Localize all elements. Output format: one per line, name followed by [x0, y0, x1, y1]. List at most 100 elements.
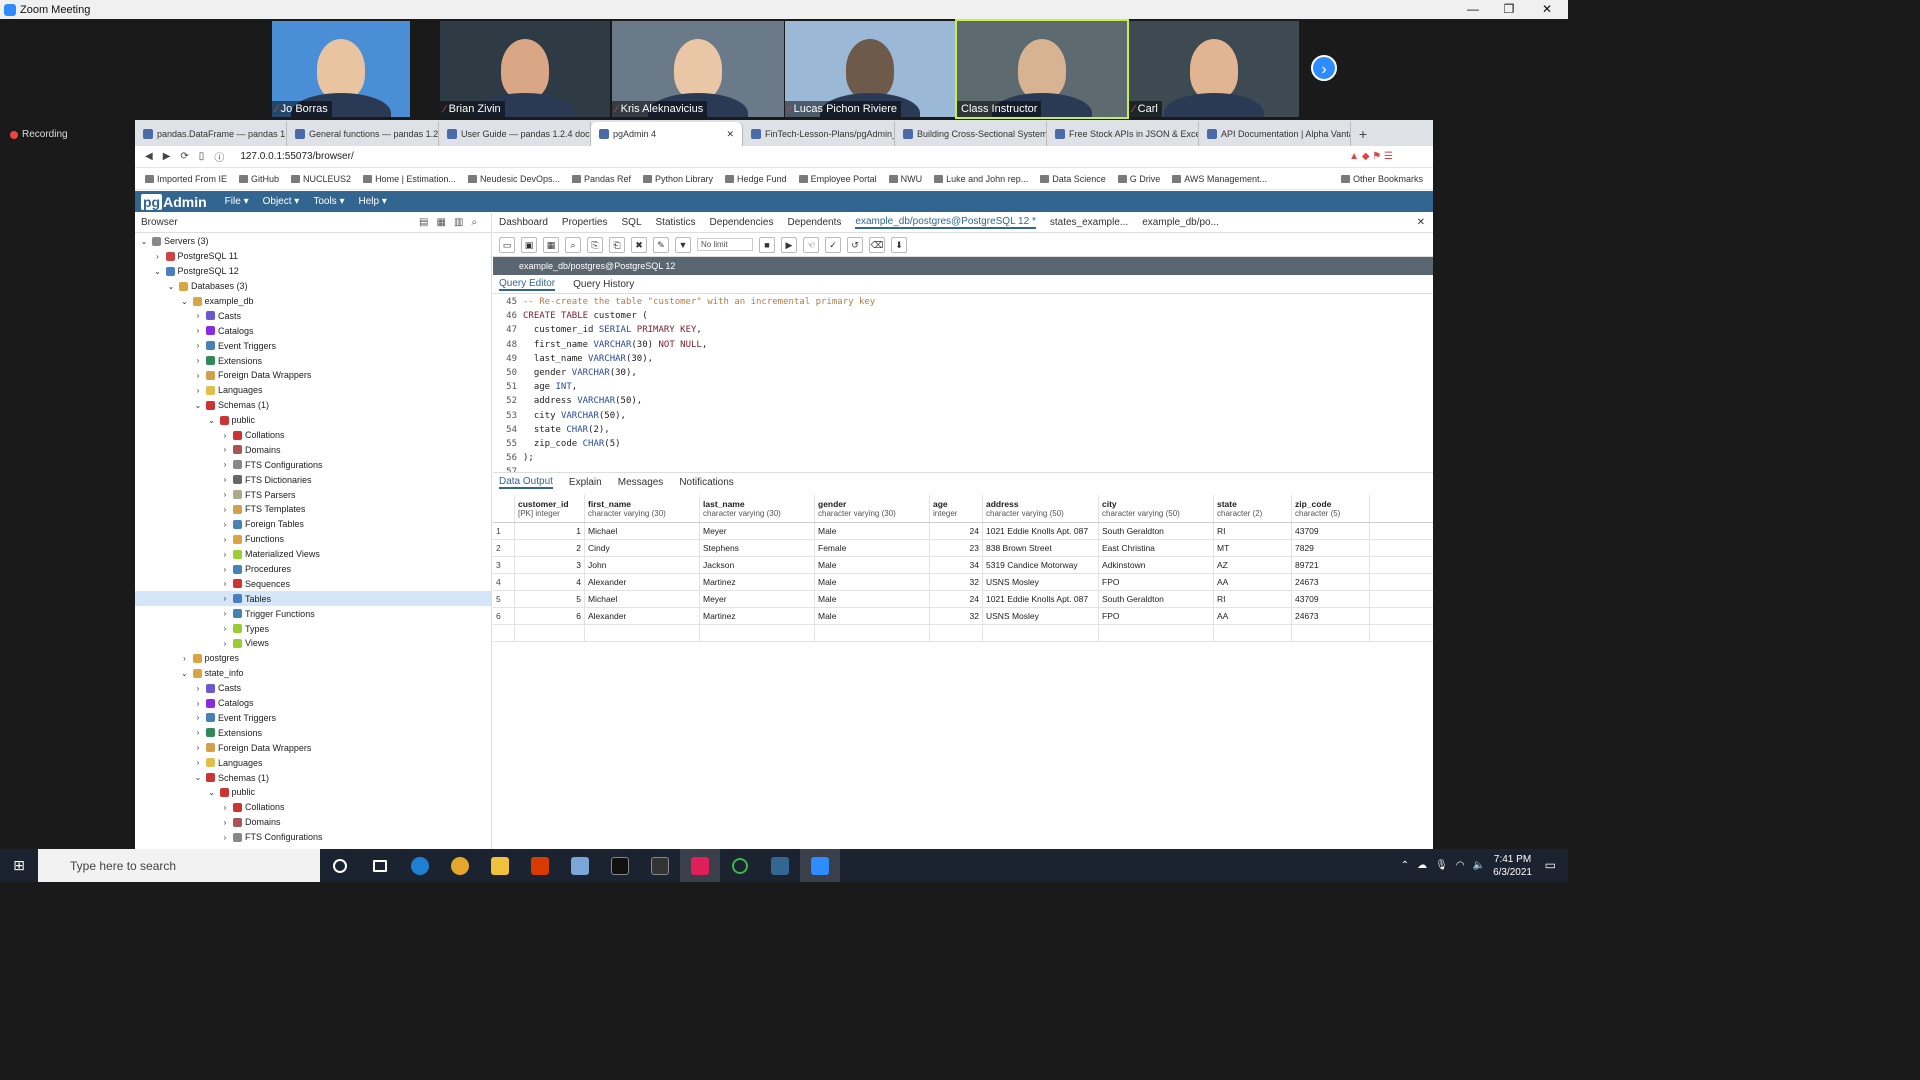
participant-tile[interactable]: ⁄ Brian Zivin	[440, 21, 610, 117]
bookmark-item[interactable]: Python Library	[643, 174, 713, 184]
query-editor-tab[interactable]: Query History	[573, 279, 634, 290]
bookmark-item[interactable]: Employee Portal	[798, 174, 877, 184]
stop-icon[interactable]: ■	[759, 236, 775, 253]
row-limit-select[interactable]: No limit	[697, 238, 753, 251]
onedrive-icon[interactable]: ☁	[1417, 860, 1427, 871]
participant-tile[interactable]: Class Instructor	[955, 19, 1129, 119]
table-icon[interactable]: ▦	[543, 236, 559, 253]
tree-node[interactable]: › Functions	[135, 532, 491, 547]
collapsed-chevron-icon[interactable]: ›	[193, 684, 203, 693]
bookmark-item[interactable]: Data Science	[1040, 174, 1106, 184]
tree-node[interactable]: › Sequences	[135, 576, 491, 591]
browser-panel-tools[interactable]: ▤▦▥⌕	[419, 217, 485, 228]
table-cell[interactable]: 24673	[1292, 574, 1370, 590]
tree-node[interactable]: › FTS Parsers	[135, 487, 491, 502]
tree-node[interactable]: › Extensions	[135, 725, 491, 740]
collapsed-chevron-icon[interactable]: ›	[193, 743, 203, 752]
expanded-chevron-icon[interactable]: ⌄	[193, 401, 203, 410]
table-cell[interactable]: 1021 Eddie Knolls Apt. 087	[983, 523, 1099, 539]
table-cell[interactable]: Male	[815, 608, 930, 624]
table-cell[interactable]: 6	[515, 608, 585, 624]
table-cell[interactable]: Michael	[585, 523, 700, 539]
panel-tab[interactable]: Properties	[562, 217, 608, 228]
file-explorer-icon[interactable]	[480, 849, 520, 882]
table-row[interactable]: 5 5 Michael Meyer Male 24 1021 Eddie Knolls Ap…	[493, 591, 1433, 608]
jupyter-icon[interactable]	[720, 849, 760, 882]
calculator-icon[interactable]	[560, 849, 600, 882]
panel-tab[interactable]: Dashboard	[499, 217, 548, 228]
output-tab[interactable]: Explain	[569, 477, 602, 488]
find-icon[interactable]: ⌕	[565, 236, 581, 253]
collapsed-chevron-icon[interactable]: ›	[193, 326, 203, 335]
tree-node[interactable]: › Event Triggers	[135, 338, 491, 353]
slack-icon[interactable]	[680, 849, 720, 882]
table-row[interactable]: 2 2 Cindy Stephens Female 23 838 Brown Street E…	[493, 540, 1433, 557]
output-tab[interactable]: Notifications	[679, 477, 733, 488]
column-header[interactable]: zip_code character (5)	[1292, 495, 1370, 522]
panel-tab[interactable]: Dependencies	[710, 217, 774, 228]
tree-node[interactable]: › PostgreSQL 11	[135, 249, 491, 264]
table-cell[interactable]: 4	[515, 574, 585, 590]
zoom-taskbar-icon[interactable]	[800, 849, 840, 882]
tree-node[interactable]: › Types	[135, 621, 491, 636]
table-cell[interactable]: 1021 Eddie Knolls Apt. 087	[983, 591, 1099, 607]
tree-node[interactable]: › FTS Templates	[135, 502, 491, 517]
table-cell[interactable]: AA	[1214, 574, 1292, 590]
tree-node[interactable]: ⌄ public	[135, 785, 491, 800]
expanded-chevron-icon[interactable]: ⌄	[193, 773, 203, 782]
tree-node[interactable]: › Foreign Data Wrappers	[135, 368, 491, 383]
table-cell[interactable]: 23	[930, 540, 983, 556]
tree-node[interactable]: ⌄ Schemas (1)	[135, 398, 491, 413]
table-row[interactable]: 4 4 Alexander Martinez Male 32 USNS Mosley FPO A…	[493, 574, 1433, 591]
other-bookmarks[interactable]: Other Bookmarks	[1340, 174, 1423, 184]
browser-tab[interactable]: pgAdmin 4 ✕	[591, 122, 743, 146]
terminal-icon[interactable]	[600, 849, 640, 882]
collapsed-chevron-icon[interactable]: ›	[193, 758, 203, 767]
reload-icon[interactable]: ⟳	[180, 151, 188, 162]
table-row[interactable]: 3 3 John Jackson Male 34 5319 Candice Motorway…	[493, 557, 1433, 574]
expanded-chevron-icon[interactable]: ⌄	[207, 416, 217, 425]
expanded-chevron-icon[interactable]: ⌄	[207, 788, 217, 797]
table-cell[interactable]: USNS Mosley	[983, 608, 1099, 624]
bookmark-item[interactable]: AWS Management...	[1172, 174, 1267, 184]
column-header[interactable]: gender character varying (30)	[815, 495, 930, 522]
panel-tab[interactable]: Statistics	[656, 217, 696, 228]
table-cell[interactable]: 89721	[1292, 557, 1370, 573]
menu-help[interactable]: Help ▾	[359, 196, 387, 207]
tree-node[interactable]: › Materialized Views	[135, 547, 491, 562]
expanded-chevron-icon[interactable]: ⌄	[180, 669, 190, 678]
output-tab[interactable]: Data Output	[499, 476, 553, 489]
table-cell[interactable]: Male	[815, 574, 930, 590]
clear-icon[interactable]: ⌫	[869, 236, 885, 253]
collapsed-chevron-icon[interactable]: ›	[220, 818, 230, 827]
table-cell[interactable]: 24673	[1292, 608, 1370, 624]
column-header[interactable]: state character (2)	[1214, 495, 1292, 522]
panel-tab[interactable]: example_db/postgres@PostgreSQL 12 *	[855, 216, 1036, 229]
wifi-icon[interactable]: ◠	[1456, 860, 1465, 871]
table-cell[interactable]: 34	[930, 557, 983, 573]
collapsed-chevron-icon[interactable]: ›	[193, 371, 203, 380]
table-cell[interactable]: Adkinstown	[1099, 557, 1214, 573]
panel-tab[interactable]: Dependents	[787, 217, 841, 228]
table-cell[interactable]: 5319 Candice Motorway	[983, 557, 1099, 573]
table-cell[interactable]: 24	[930, 523, 983, 539]
tree-node[interactable]: › Languages	[135, 755, 491, 770]
table-cell[interactable]: RI	[1214, 591, 1292, 607]
windows-start-icon[interactable]: ⊞	[0, 857, 38, 874]
collapsed-chevron-icon[interactable]: ›	[193, 386, 203, 395]
table-row[interactable]: 1 1 Michael Meyer Male 24 1021 Eddie Knolls Ap…	[493, 523, 1433, 540]
taskbar-search-input[interactable]: Type here to search	[38, 849, 320, 882]
tree-node[interactable]: › FTS Configurations	[135, 457, 491, 472]
table-cell[interactable]: Meyer	[700, 523, 815, 539]
tree-node[interactable]: › Foreign Data Wrappers	[135, 740, 491, 755]
back-icon[interactable]: ◀	[145, 151, 153, 162]
tree-node[interactable]: › postgres	[135, 651, 491, 666]
bookmark-item[interactable]: Home | Estimation...	[363, 174, 456, 184]
table-cell[interactable]: 1	[515, 523, 585, 539]
collapsed-chevron-icon[interactable]: ›	[193, 713, 203, 722]
table-cell[interactable]: MT	[1214, 540, 1292, 556]
bookmark-item[interactable]: Hedge Fund	[725, 174, 787, 184]
bookmark-item[interactable]: Neudesic DevOps...	[467, 174, 560, 184]
table-cell[interactable]: Alexander	[585, 574, 700, 590]
tree-node[interactable]: ⌄ public	[135, 413, 491, 428]
